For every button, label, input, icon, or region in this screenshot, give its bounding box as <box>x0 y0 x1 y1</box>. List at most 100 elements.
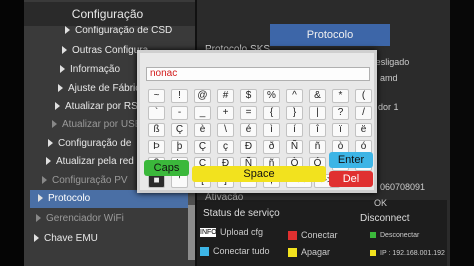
keyboard-key[interactable]: þ <box>171 140 188 154</box>
menu-item-label: Atualizar por USB <box>62 119 142 130</box>
menu-item-label: Informação <box>70 64 121 75</box>
delete-label: Apagar <box>301 247 331 257</box>
keyboard-key[interactable]: ð <box>263 140 280 154</box>
keyboard-key[interactable]: Ç <box>194 140 211 154</box>
keyboard-key[interactable]: | <box>309 106 326 120</box>
keyboard-key[interactable]: ì <box>263 123 280 137</box>
info-key-icon: INFO <box>200 228 217 238</box>
keyboard-key[interactable]: # <box>217 89 234 103</box>
disconnect-status: Disconnect <box>360 213 410 224</box>
keyboard-key[interactable]: ? <box>332 106 349 120</box>
keyboard-key[interactable]: ñ <box>309 140 326 154</box>
virtual-keyboard-dialog: nonac ~! @ # $% ^ & *(` - _ + ={} |? / ß Çè \ é ì í î ï ë Þþ Çç… <box>137 50 377 193</box>
enter-button[interactable]: Enter <box>329 152 373 168</box>
keyboard-input-field[interactable]: nonac <box>146 67 370 81</box>
keyboard-key[interactable]: ^ <box>286 89 303 103</box>
keyboard-key[interactable]: é <box>240 123 257 137</box>
ip-address: IP : 192.168.001.192 <box>370 250 445 257</box>
red-key-icon <box>288 231 297 241</box>
keyboard-key[interactable]: è <box>194 123 211 137</box>
keyboard-key[interactable]: î <box>309 123 326 137</box>
chevron-right-icon <box>48 139 53 148</box>
menu-item-label: Protocolo <box>48 193 91 204</box>
menu-item-wifi[interactable]: Gerenciador WiFi <box>36 210 124 228</box>
keyboard-key[interactable]: ` <box>148 106 165 120</box>
keyboard-key[interactable]: { <box>263 106 280 120</box>
keyboard-key[interactable]: ' <box>171 174 188 188</box>
connect-hint[interactable]: Conectar <box>288 230 338 241</box>
right-panel-title: Protocolo <box>270 24 390 46</box>
keyboard-key[interactable]: & <box>309 89 326 103</box>
service-status-label: Status de serviço <box>203 208 280 219</box>
keyboard-key[interactable]: í <box>286 123 303 137</box>
menu-scroll-thumb[interactable] <box>188 205 195 260</box>
keyboard-key[interactable]: ï <box>332 123 349 137</box>
keyboard-key[interactable]: % <box>263 89 280 103</box>
menu-item-label: Chave EMU <box>44 233 98 244</box>
menu-item-usb[interactable]: Atualizar por USB <box>52 116 141 134</box>
partial-value-b: dor 1 <box>378 102 399 112</box>
activation-value: 060708091 <box>380 182 426 192</box>
disconnect-hint[interactable]: Desconectar <box>370 232 419 239</box>
menu-item-label: Atualizar pela red <box>56 156 134 167</box>
menu-item-configuracao-de[interactable]: Configuração de <box>48 135 131 153</box>
blue-key-icon <box>200 247 209 257</box>
menu-item-label: Configuração de <box>58 138 132 149</box>
keyboard-key[interactable]: } <box>286 106 303 120</box>
connect-all-hint[interactable]: Conectar tudo <box>200 246 270 257</box>
keyboard-key[interactable]: - <box>171 106 188 120</box>
keyboard-key[interactable]: ! <box>171 89 188 103</box>
info-upload-hint[interactable]: INFO Upload cfg <box>200 227 263 238</box>
menu-item-label: Atualizar por RS2 <box>65 101 144 112</box>
menu-item-emu[interactable]: Chave EMU <box>34 230 98 248</box>
menu-item-ajuste[interactable]: Ajuste de Fábrica <box>58 80 146 98</box>
keyboard-key[interactable]: ß <box>148 123 165 137</box>
chevron-right-icon <box>58 84 63 93</box>
chevron-right-icon <box>38 194 43 203</box>
menu-item-informacao[interactable]: Informação <box>60 61 120 79</box>
yellow-key-icon <box>370 250 376 257</box>
keyboard-key[interactable]: + <box>217 106 234 120</box>
keyboard-key[interactable]: Đ <box>240 140 257 154</box>
menu-item-label: Configuração PV <box>52 175 128 186</box>
green-key-icon <box>370 232 376 239</box>
tv-bezel-right <box>450 0 474 266</box>
menu-item-rs232[interactable]: Atualizar por RS2 <box>55 98 143 116</box>
yellow-key-icon <box>288 248 297 258</box>
menu-item-pvr[interactable]: Configuração PV <box>42 172 128 190</box>
keyboard-key[interactable]: ë <box>355 123 372 137</box>
keyboard-key[interactable]: @ <box>194 89 211 103</box>
menu-item-label: Ajuste de Fábrica <box>68 83 146 94</box>
caps-button[interactable]: Caps <box>144 160 189 176</box>
space-button[interactable]: Space <box>192 166 326 182</box>
chevron-right-icon <box>55 102 60 111</box>
keyboard-key[interactable]: \ <box>217 123 234 137</box>
ip-label: IP : 192.168.001.192 <box>380 250 445 257</box>
partial-value-a: amd <box>380 73 398 83</box>
menu-item-outras[interactable]: Outras Configura <box>62 42 148 60</box>
keyboard-key[interactable]: ç <box>217 140 234 154</box>
keyboard-key[interactable]: Ç <box>171 123 188 137</box>
keyboard-key[interactable]: ■ <box>148 174 165 188</box>
chevron-right-icon <box>34 234 39 243</box>
connect-all-label: Conectar tudo <box>213 246 270 256</box>
keyboard-key[interactable]: _ <box>194 106 211 120</box>
keyboard-key[interactable]: / <box>355 106 372 120</box>
menu-item-label: Configuração de CSD <box>75 25 173 36</box>
ok-status: OK <box>374 198 388 208</box>
menu-item-rede[interactable]: Atualizar pela red <box>46 153 134 171</box>
chevron-right-icon <box>52 120 57 129</box>
chevron-right-icon <box>62 46 67 55</box>
keyboard-key[interactable]: $ <box>240 89 257 103</box>
del-button[interactable]: Del <box>329 171 373 187</box>
keyboard-key[interactable]: = <box>240 106 257 120</box>
keyboard-key[interactable]: ( <box>355 89 372 103</box>
keyboard-key[interactable]: Ñ <box>286 140 303 154</box>
delete-hint[interactable]: Apagar <box>288 247 331 258</box>
keyboard-key[interactable]: * <box>332 89 349 103</box>
chevron-right-icon <box>36 214 41 223</box>
keyboard-key[interactable]: Þ <box>148 140 165 154</box>
disconnect-label: Desconectar <box>380 232 420 239</box>
menu-item-label: Gerenciador WiFi <box>46 213 124 224</box>
keyboard-key[interactable]: ~ <box>148 89 165 103</box>
